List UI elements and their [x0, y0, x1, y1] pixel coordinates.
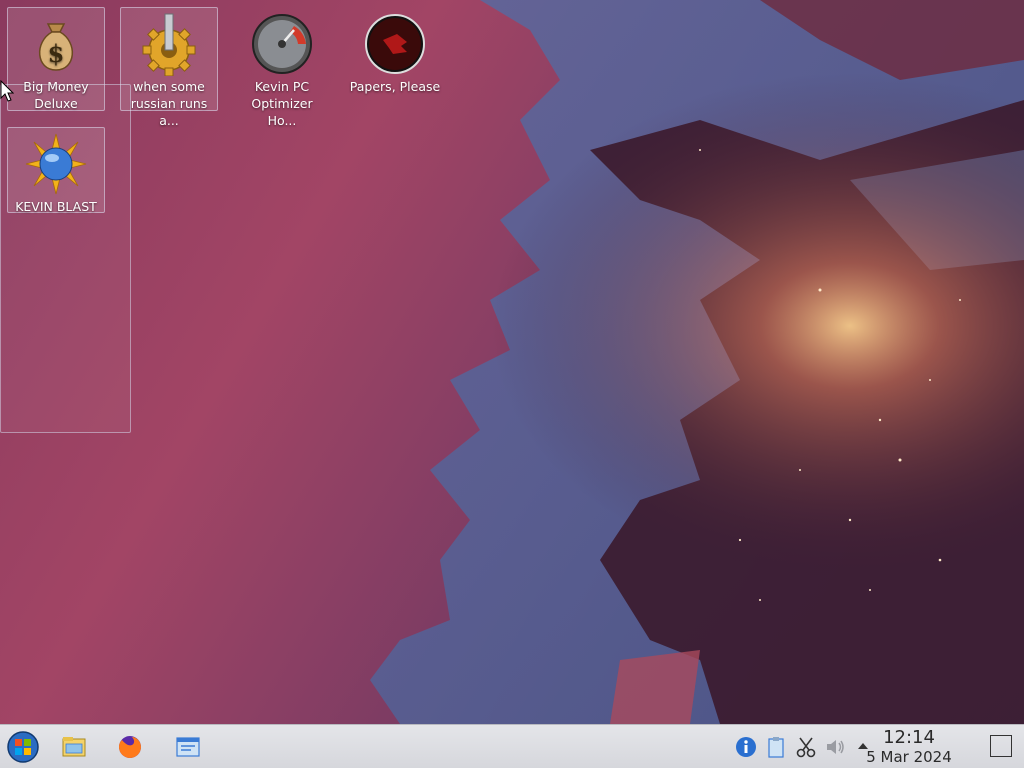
system-settings-icon[interactable] — [172, 731, 204, 763]
file-manager-icon[interactable] — [58, 731, 90, 763]
clock-date[interactable]: 5 Mar 2024 — [850, 748, 968, 766]
icon-label: Big Money Deluxe — [23, 79, 89, 111]
icon-label: KEVIN BLAST — [15, 199, 97, 214]
desktop-icon-big-money-deluxe[interactable]: $ Big Money Deluxe — [7, 7, 105, 111]
icon-label: Papers, Please — [349, 79, 441, 94]
money-bag-icon: $ — [38, 23, 74, 71]
desktop-icon-when-some-russian[interactable]: when some russian runs a... — [120, 7, 218, 128]
papers-please-icon — [365, 14, 425, 74]
sun-globe-icon — [25, 133, 87, 195]
svg-text:$: $ — [48, 39, 65, 68]
desktop-icon-kevin-pc-optimizer[interactable]: Kevin PC Optimizer Ho... — [233, 7, 331, 128]
scissors-icon[interactable] — [794, 735, 818, 759]
clipboard-icon[interactable] — [764, 735, 788, 759]
show-desktop-button[interactable] — [990, 735, 1012, 757]
desktop-icon-kevin-blast[interactable]: KEVIN BLAST — [7, 127, 105, 214]
speedometer-icon — [252, 14, 312, 74]
gear-icon — [142, 13, 196, 76]
taskbar: 12:14 5 Mar 2024 — [0, 724, 1024, 768]
clock-time[interactable]: 12:14 — [854, 727, 964, 748]
volume-muted-icon[interactable] — [824, 735, 848, 759]
icon-label: when some russian runs a... — [130, 79, 208, 128]
mouse-cursor-icon — [0, 80, 14, 102]
info-icon[interactable] — [734, 735, 758, 759]
desktop-icon-papers-please[interactable]: Papers, Please — [346, 7, 444, 111]
start-orb-icon[interactable] — [6, 730, 40, 764]
icon-label: Kevin PC Optimizer Ho... — [251, 79, 313, 128]
firefox-icon[interactable] — [114, 731, 146, 763]
